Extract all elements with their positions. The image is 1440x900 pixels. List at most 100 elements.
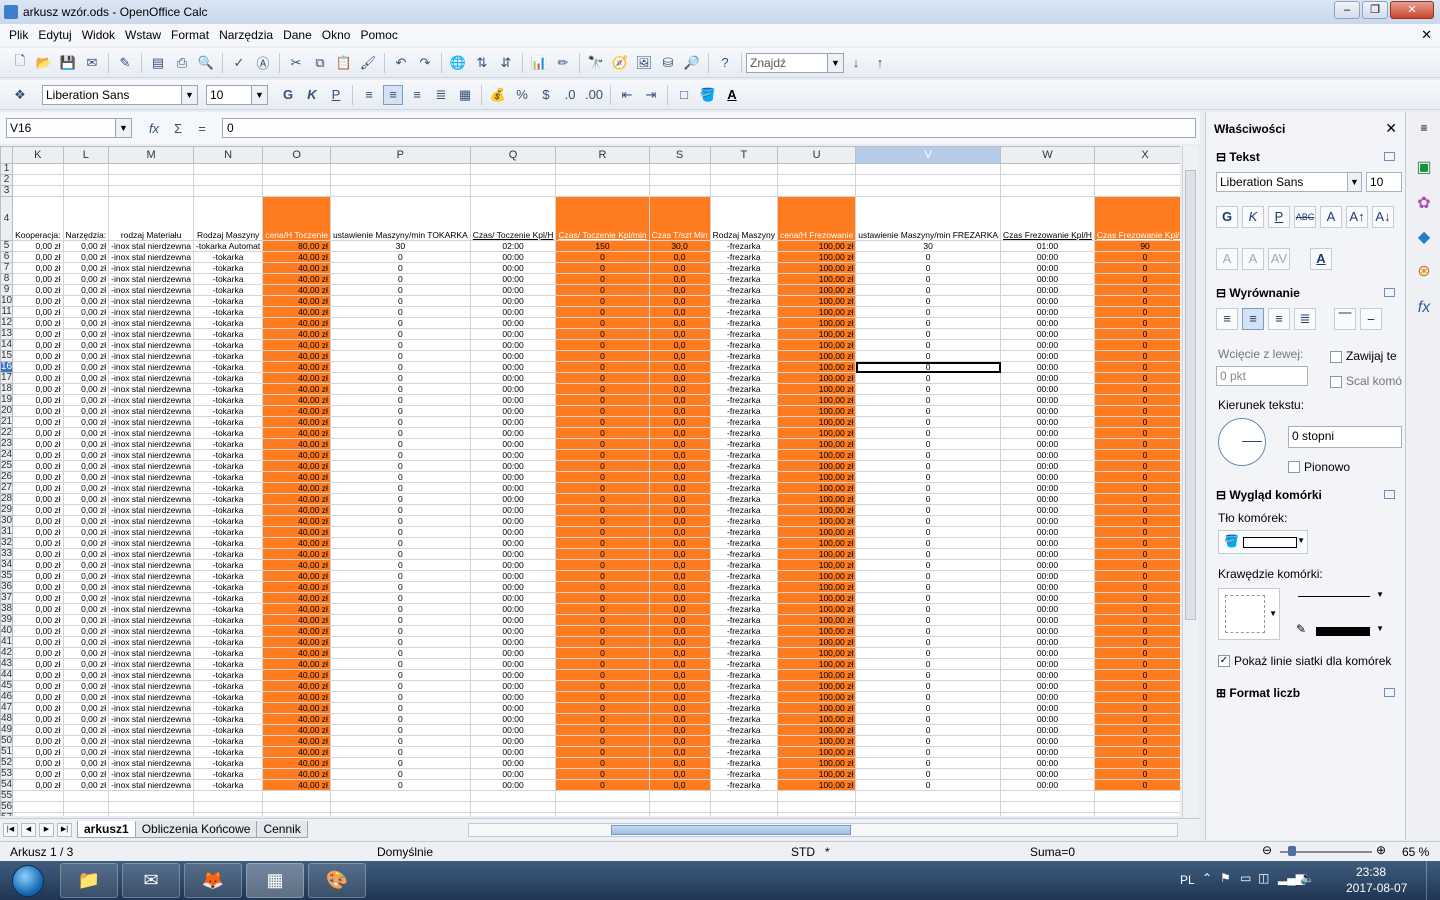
cell[interactable]: 00:00 [469,339,557,351]
cell[interactable]: 0 [1093,471,1180,483]
cell[interactable]: 40,00 zł [262,625,331,637]
sort-descending-icon[interactable]: ⇵ [496,53,516,73]
cell[interactable]: 0 [855,746,1002,758]
cell[interactable]: 0 [855,438,1002,450]
row-header[interactable]: 13 [0,328,14,340]
row-header[interactable]: 22 [0,427,14,439]
cell[interactable]: 00:00 [1000,658,1095,670]
cell[interactable] [62,812,110,816]
function-wizard-icon[interactable]: fx [144,118,164,138]
cell[interactable] [555,174,650,186]
cell[interactable]: 0 [555,724,650,736]
section-alignment[interactable]: ⊟ Wyrównanie [1216,286,1300,300]
row-header[interactable]: 56 [0,801,14,813]
undo-icon[interactable]: ↶ [391,53,411,73]
monitor-icon[interactable]: ▭ [1240,871,1251,885]
find-next-icon[interactable]: ↓ [846,53,866,73]
cell[interactable]: 100,00 zł [776,460,857,472]
cell[interactable]: -inox stal nierdzewna [108,361,194,373]
cell[interactable] [709,801,778,813]
cell[interactable] [108,790,194,802]
cell[interactable]: 0,00 zł [12,548,64,560]
cell[interactable] [192,163,264,175]
row-header[interactable]: 31 [0,526,14,538]
cell[interactable]: -frezarka [709,317,778,329]
cell[interactable]: 0,0 [648,515,711,527]
cell[interactable]: 0 [329,713,471,725]
cell[interactable] [648,790,711,802]
cell[interactable]: 0 [555,306,650,318]
column-header[interactable]: M [108,146,194,164]
cell[interactable]: 0,00 zł [62,493,110,505]
cell[interactable]: -tokarka [192,669,264,681]
cell[interactable]: 0 [1093,559,1180,571]
cell[interactable]: 0 [329,493,471,505]
row-header[interactable]: 8 [0,273,14,285]
cell[interactable]: -frezarka [709,482,778,494]
cell[interactable]: -inox stal nierdzewna [108,669,194,681]
cell[interactable]: 0,00 zł [62,680,110,692]
cell[interactable]: 0,00 zł [62,548,110,560]
cell[interactable]: 0 [1093,284,1180,296]
cell[interactable]: 40,00 zł [262,647,331,659]
section-text[interactable]: ⊟ Tekst [1216,150,1260,164]
cell[interactable]: -inox stal nierdzewna [108,350,194,362]
cell[interactable]: 0,00 zł [12,438,64,450]
cell[interactable] [108,174,194,186]
cell[interactable]: 0 [1093,625,1180,637]
justify-icon[interactable]: ≣ [431,85,451,105]
sum-icon[interactable]: Σ [168,118,188,138]
cell[interactable]: -tokarka [192,438,264,450]
cell[interactable]: 0 [1093,317,1180,329]
cell[interactable]: 100,00 zł [776,592,857,604]
cell[interactable]: 00:00 [469,768,557,780]
cell[interactable]: 0,00 zł [12,317,64,329]
cell[interactable] [469,790,557,802]
cell[interactable] [108,801,194,813]
horizontal-scrollbar[interactable] [468,823,1178,837]
cell[interactable]: 30 [329,240,471,252]
cell[interactable]: 0,00 zł [12,713,64,725]
cell[interactable]: -inox stal nierdzewna [108,438,194,450]
find-previous-icon[interactable]: ↑ [870,53,890,73]
cell[interactable]: 0 [855,735,1002,747]
cell[interactable] [709,174,778,186]
cell[interactable] [1000,174,1095,186]
more-options-icon[interactable] [1384,288,1395,297]
cell[interactable]: 00:00 [469,548,557,560]
cell[interactable]: 0 [855,394,1002,406]
cell[interactable]: 0,00 zł [12,757,64,769]
cell[interactable]: 00:00 [1000,603,1095,615]
cell[interactable]: 0,00 zł [62,669,110,681]
cell[interactable]: 00:00 [1000,702,1095,714]
cell[interactable]: 0,0 [648,504,711,516]
cell[interactable]: 00:00 [469,471,557,483]
italic-icon[interactable]: K [302,85,322,105]
cell[interactable]: -inox stal nierdzewna [108,570,194,582]
cell[interactable]: 100,00 zł [776,724,857,736]
cell[interactable]: 00:00 [469,394,557,406]
cell[interactable] [329,185,471,197]
cell[interactable]: 0,00 zł [62,460,110,472]
cell[interactable]: -tokarka [192,603,264,615]
cell[interactable]: 0 [555,647,650,659]
hyperlink-icon[interactable]: 🌐 [448,53,468,73]
borders-icon[interactable]: □ [674,85,694,105]
cell[interactable]: 00:00 [469,350,557,362]
cell[interactable]: 0 [329,515,471,527]
cell[interactable]: 40,00 zł [262,724,331,736]
percent-icon[interactable]: % [512,85,532,105]
cell[interactable]: -tokarka [192,779,264,791]
cell[interactable]: 0,0 [648,724,711,736]
cell[interactable]: -inox stal nierdzewna [108,515,194,527]
cell[interactable] [648,801,711,813]
cell[interactable]: 100,00 zł [776,372,857,384]
cell[interactable]: 0 [855,295,1002,307]
cell[interactable]: 0 [555,460,650,472]
cell[interactable]: 0,00 zł [12,702,64,714]
cell[interactable]: 0 [329,295,471,307]
cell[interactable]: 0 [855,251,1002,263]
cell[interactable]: 00:00 [1000,757,1095,769]
cell[interactable]: 00:00 [469,526,557,538]
header-cell[interactable]: Czas Frezowanie Kpl/min [1093,196,1180,241]
